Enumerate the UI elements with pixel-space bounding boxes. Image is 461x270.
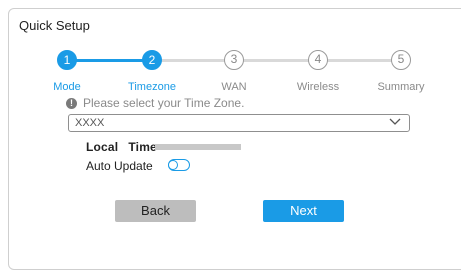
timezone-hint: ! Please select your Time Zone.	[66, 96, 244, 110]
timezone-select[interactable]: XXXX	[68, 114, 410, 132]
quick-setup-panel: Quick Setup 1 2 3 4 5 Mode Timezone WAN …	[8, 8, 461, 270]
toggle-knob	[168, 159, 178, 170]
step-connector-1-2	[67, 59, 152, 62]
auto-update-label: Auto Update	[86, 159, 153, 173]
next-button[interactable]: Next	[263, 200, 344, 222]
info-icon: !	[66, 97, 77, 109]
timezone-hint-text: Please select your Time Zone.	[83, 96, 245, 110]
step-3-label: WAN	[221, 81, 247, 93]
step-1-label: Mode	[53, 81, 81, 93]
chevron-down-icon	[389, 118, 401, 125]
step-connector-3-4	[234, 59, 318, 62]
panel-title: Quick Setup	[19, 18, 90, 33]
step-4-label: Wireless	[296, 81, 340, 93]
step-2-indicator[interactable]: 2	[142, 50, 162, 70]
step-5-indicator: 5	[391, 50, 411, 70]
step-2-label: Timezone	[128, 81, 176, 93]
step-4-indicator: 4	[308, 50, 328, 70]
step-1-indicator[interactable]: 1	[57, 50, 77, 70]
local-time-value-placeholder	[155, 144, 241, 150]
step-connector-4-5	[318, 59, 401, 62]
step-3-indicator: 3	[224, 50, 244, 70]
timezone-select-value: XXXX	[75, 117, 105, 129]
setup-progress-steps: 1 2 3 4 5 Mode Timezone WAN Wireless Sum…	[9, 47, 461, 97]
auto-update-toggle[interactable]	[168, 159, 190, 171]
step-connector-2-3	[152, 59, 234, 62]
local-time-label: Local Time	[86, 140, 157, 154]
back-button[interactable]: Back	[115, 200, 196, 222]
step-5-label: Summary	[377, 81, 425, 93]
